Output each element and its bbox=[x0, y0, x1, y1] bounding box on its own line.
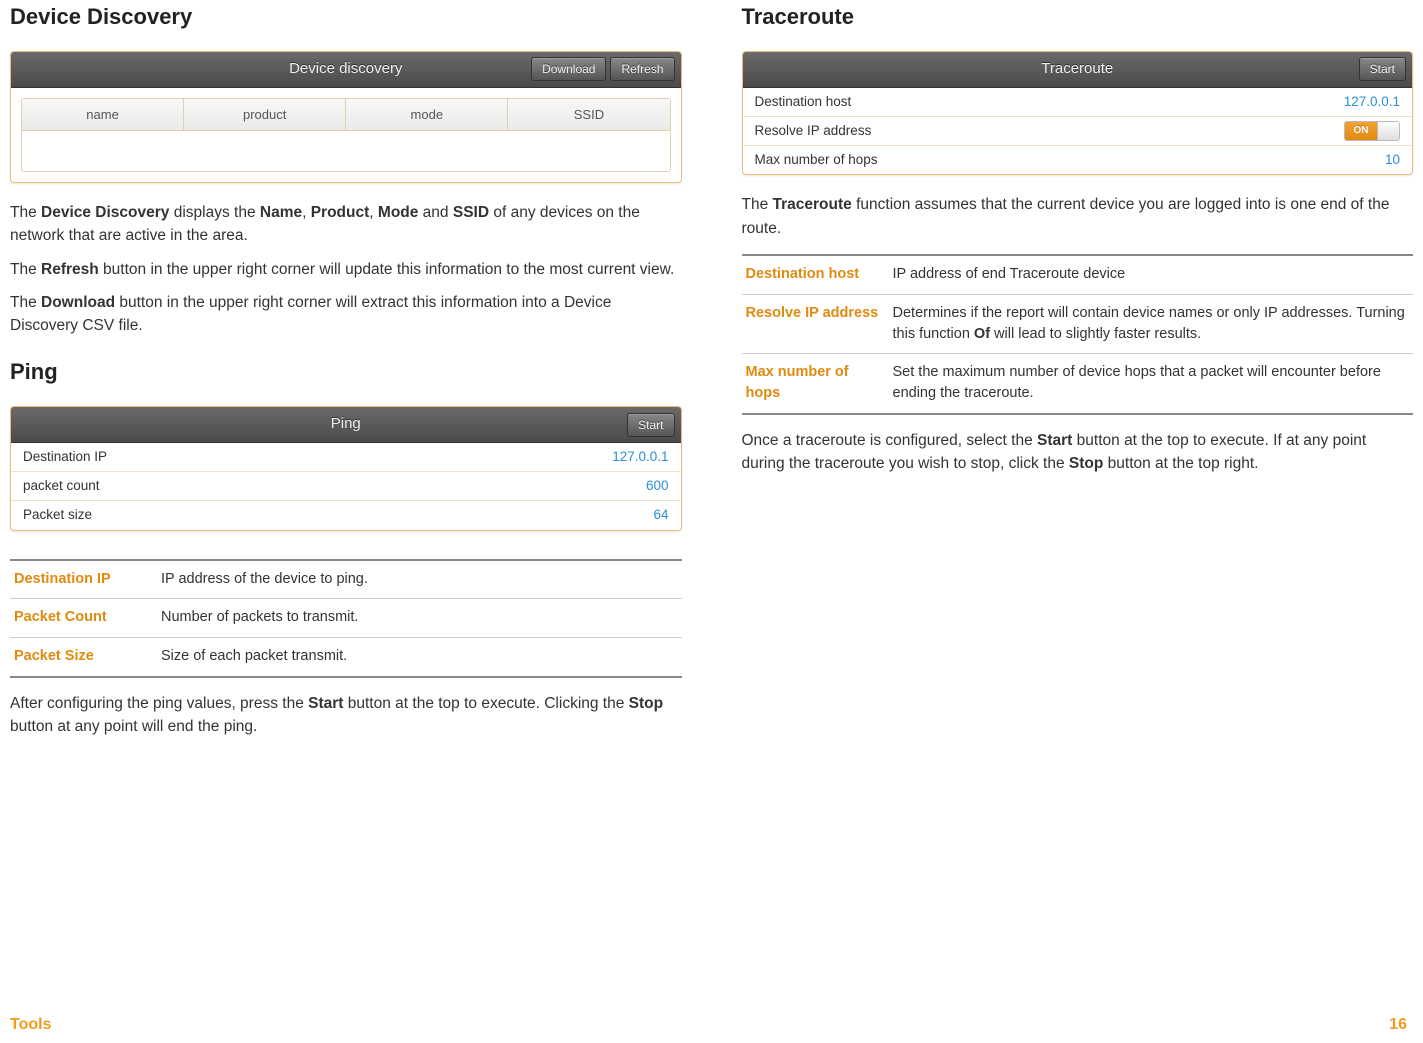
row-value: 600 bbox=[646, 476, 669, 496]
row-value: 10 bbox=[1385, 150, 1400, 170]
device-discovery-heading: Device Discovery bbox=[10, 0, 682, 33]
panel-title: Traceroute bbox=[1041, 58, 1113, 81]
ping-def-table: Destination IP IP address of the device … bbox=[10, 559, 682, 678]
device-table-empty bbox=[22, 131, 670, 171]
refresh-button[interactable]: Refresh bbox=[610, 57, 674, 81]
traceroute-row-max-hops[interactable]: Max number of hops 10 bbox=[743, 146, 1413, 174]
panel-title: Ping bbox=[331, 413, 361, 436]
ping-row-destination-ip[interactable]: Destination IP 127.0.0.1 bbox=[11, 443, 681, 472]
tr-paragraph-1: The Traceroute function assumes that the… bbox=[742, 193, 1414, 240]
right-column: Traceroute Traceroute Start Destination … bbox=[742, 0, 1414, 748]
resolve-ip-toggle[interactable]: ON bbox=[1344, 121, 1400, 141]
traceroute-start-button[interactable]: Start bbox=[1359, 57, 1406, 81]
row-label: packet count bbox=[23, 476, 100, 496]
traceroute-heading: Traceroute bbox=[742, 0, 1414, 33]
def-desc: Determines if the report will contain de… bbox=[893, 303, 1410, 345]
def-row: Max number of hops Set the maximum numbe… bbox=[742, 354, 1414, 416]
traceroute-panel: Traceroute Start Destination host 127.0.… bbox=[742, 51, 1414, 175]
row-value: 64 bbox=[653, 505, 668, 525]
tr-after-paragraph: Once a traceroute is configured, select … bbox=[742, 429, 1414, 476]
traceroute-def-table: Destination host IP address of end Trace… bbox=[742, 254, 1414, 415]
def-term: Packet Count bbox=[14, 607, 149, 629]
row-value: 127.0.0.1 bbox=[1344, 92, 1400, 112]
device-discovery-panel-header: Device discovery Download Refresh bbox=[11, 52, 681, 88]
ping-row-packet-count[interactable]: packet count 600 bbox=[11, 472, 681, 501]
def-row: Packet Size Size of each packet transmit… bbox=[10, 638, 682, 678]
def-row: Packet Count Number of packets to transm… bbox=[10, 599, 682, 638]
def-term: Resolve IP address bbox=[746, 303, 881, 345]
def-row: Destination IP IP address of the device … bbox=[10, 561, 682, 600]
def-desc: IP address of end Traceroute device bbox=[893, 264, 1410, 286]
left-column: Device Discovery Device discovery Downlo… bbox=[10, 0, 682, 748]
def-row: Resolve IP address Determines if the rep… bbox=[742, 295, 1414, 354]
ping-panel: Ping Start Destination IP 127.0.0.1 pack… bbox=[10, 406, 682, 530]
ping-heading: Ping bbox=[10, 355, 682, 388]
ping-panel-header: Ping Start bbox=[11, 407, 681, 443]
device-discovery-panel: Device discovery Download Refresh name p… bbox=[10, 51, 682, 183]
def-term: Destination host bbox=[746, 264, 881, 286]
ping-row-packet-size[interactable]: Packet size 64 bbox=[11, 501, 681, 529]
def-desc: Number of packets to transmit. bbox=[161, 607, 678, 629]
traceroute-panel-header: Traceroute Start bbox=[743, 52, 1413, 88]
toggle-knob bbox=[1377, 122, 1399, 140]
row-label: Destination IP bbox=[23, 447, 107, 467]
def-row: Destination host IP address of end Trace… bbox=[742, 256, 1414, 295]
def-desc: IP address of the device to ping. bbox=[161, 569, 678, 591]
traceroute-row-destination-host[interactable]: Destination host 127.0.0.1 bbox=[743, 88, 1413, 117]
def-term: Max number of hops bbox=[746, 362, 881, 406]
row-label: Packet size bbox=[23, 505, 92, 525]
ping-after-paragraph: After configuring the ping values, press… bbox=[10, 692, 682, 739]
panel-title: Device discovery bbox=[289, 58, 402, 81]
def-term: Destination IP bbox=[14, 569, 149, 591]
row-label: Destination host bbox=[755, 92, 852, 112]
def-desc: Set the maximum number of device hops th… bbox=[893, 362, 1410, 406]
row-label: Max number of hops bbox=[755, 150, 878, 170]
dd-paragraph-1: The Device Discovery displays the Name, … bbox=[10, 201, 682, 248]
device-table: name product mode SSID bbox=[21, 98, 671, 173]
col-ssid: SSID bbox=[508, 99, 669, 131]
ping-start-button[interactable]: Start bbox=[627, 413, 674, 437]
page-footer: Tools 16 bbox=[10, 1013, 1407, 1037]
row-label: Resolve IP address bbox=[755, 121, 872, 141]
dd-paragraph-2: The Refresh button in the upper right co… bbox=[10, 258, 682, 281]
traceroute-row-resolve-ip[interactable]: Resolve IP address ON bbox=[743, 117, 1413, 146]
toggle-on-label: ON bbox=[1345, 122, 1377, 140]
def-desc: Size of each packet transmit. bbox=[161, 646, 678, 668]
col-product: product bbox=[184, 99, 346, 131]
footer-page-number: 16 bbox=[1389, 1013, 1407, 1037]
download-button[interactable]: Download bbox=[531, 57, 606, 81]
dd-paragraph-3: The Download button in the upper right c… bbox=[10, 291, 682, 338]
col-mode: mode bbox=[346, 99, 508, 131]
col-name: name bbox=[22, 99, 184, 131]
row-value: 127.0.0.1 bbox=[612, 447, 668, 467]
footer-section: Tools bbox=[10, 1013, 51, 1037]
def-term: Packet Size bbox=[14, 646, 149, 668]
